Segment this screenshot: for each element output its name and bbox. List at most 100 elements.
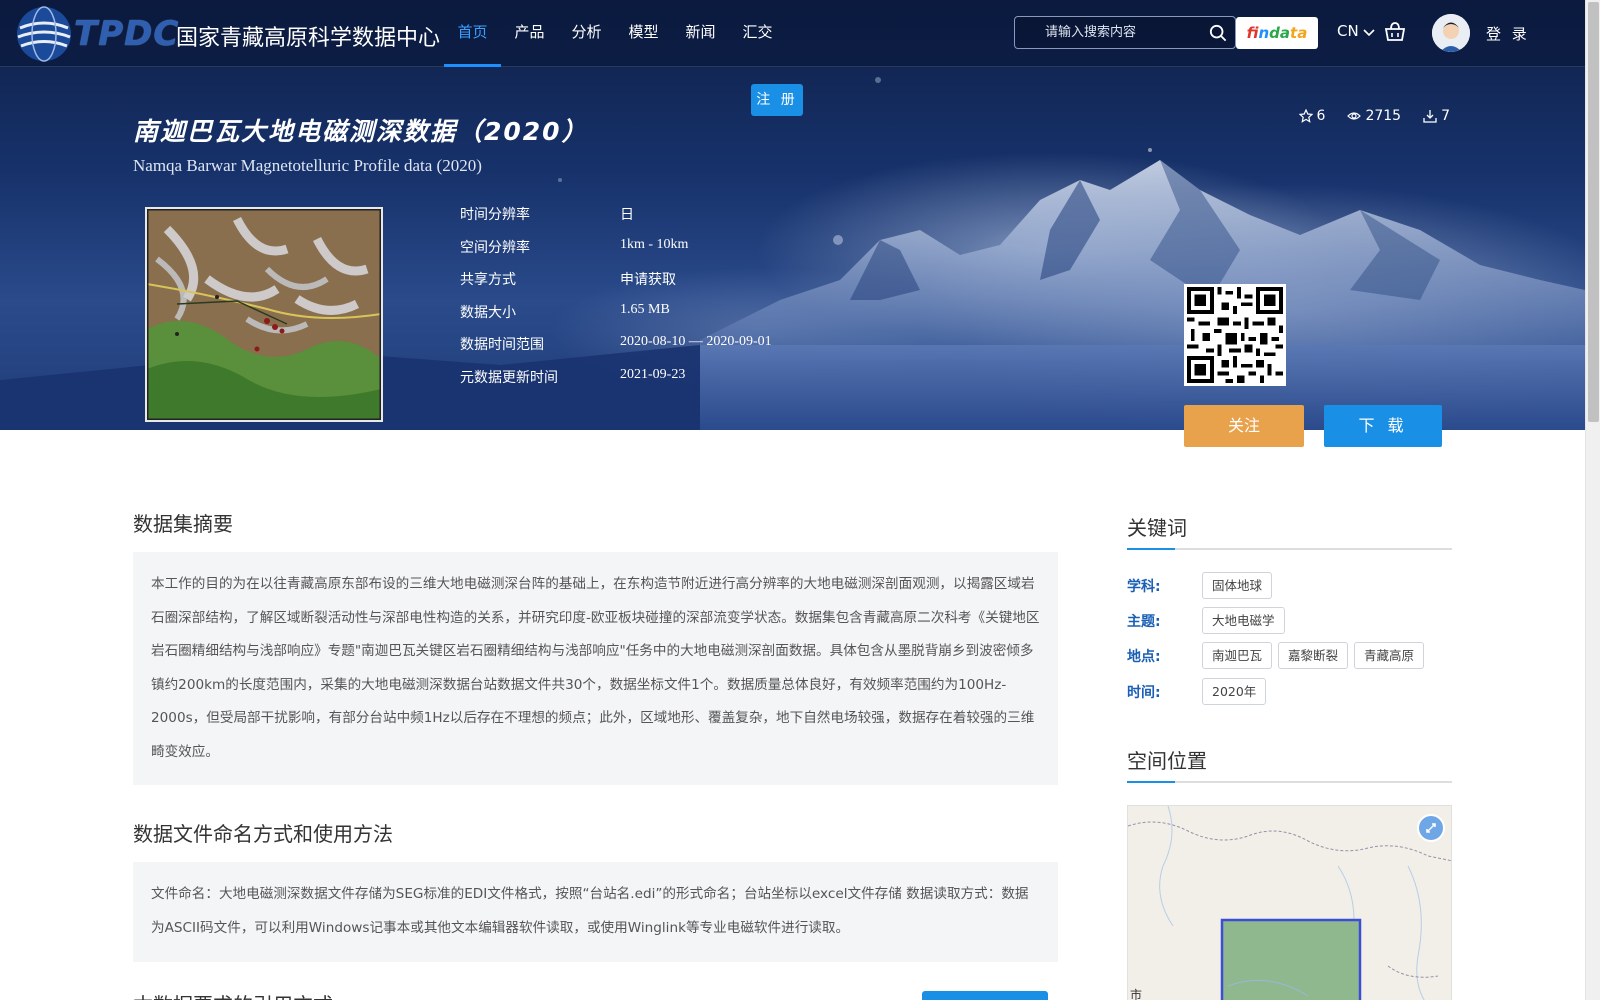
keyword-label: 学科: [1127,579,1161,595]
views-count: 2715 [1365,108,1402,124]
eye-icon [1347,112,1362,120]
meta-value: 1.65 MB [620,301,670,317]
nav-models[interactable]: 模型 [615,0,672,67]
avatar[interactable] [1432,14,1470,52]
dataset-title-en: Namqa Barwar Magnetotelluric Profile dat… [133,156,482,175]
meta-label: 时间分辨率 [460,207,530,223]
keyword-tag[interactable]: 南迦巴瓦 [1202,642,1273,669]
meta-label: 数据大小 [460,304,516,321]
meta-row-size: 数据大小 1.65 MB [460,298,860,331]
keywords-title: 关键词 [1127,516,1187,540]
citation-heading: 本数据要求的引用方式 [133,990,333,1000]
findata-part-1: f [1246,24,1259,42]
naming-heading: 数据文件命名方式和使用方法 [133,822,393,846]
findata-part-3: da [1269,24,1291,42]
language-selector[interactable]: CN [1337,22,1376,40]
meta-row-sharing: 共享方式 申请获取 [460,265,860,298]
abstract-text: 本工作的目的为在以往青藏高原东部布设的三维大地电磁测深台阵的基础上，在东构造节附… [151,576,1040,760]
nav-home[interactable]: 首页 [444,0,501,67]
top-navigation-bar: TPDC 国家青藏高原科学数据中心 首页 产品 分析 模型 新闻 汇交 find… [0,0,1585,67]
metadata-list: 时间分辨率 日 空间分辨率 1km - 10km 共享方式 申请获取 数据大小 … [460,200,860,395]
citation-copy-button[interactable] [922,991,1048,1000]
location-map[interactable]: 市 [1127,805,1452,1000]
follow-button[interactable]: 关注 [1184,405,1304,447]
map-place-label: 市 [1130,988,1143,1000]
meta-value: 申请获取 [620,272,676,288]
globe-logo-icon [17,6,71,62]
keyword-tags: 固体地球 [1202,572,1273,599]
dataset-thumbnail[interactable] [145,207,383,422]
chevron-down-icon [1363,28,1376,36]
qr-code [1184,284,1286,386]
keyword-tag[interactable]: 固体地球 [1202,572,1273,599]
meta-value: 日 [620,207,634,223]
views-stat: 2715 [1347,108,1401,124]
heading-underline [1127,781,1175,783]
meta-label: 元数据更新时间 [460,369,558,386]
nav-submit[interactable]: 汇交 [729,0,786,67]
user-avatar-icon [1432,14,1470,52]
scrollbar-thumb[interactable] [1588,2,1599,422]
language-label: CN [1337,22,1359,40]
meta-value: 1km - 10km [620,236,689,252]
search-icon[interactable] [1209,24,1227,42]
meta-row-time-range: 数据时间范围 2020-08-10 — 2020-09-01 [460,330,860,363]
downloads-count: 7 [1441,108,1450,124]
download-button[interactable]: 下 载 [1324,405,1442,447]
keyword-label: 主题: [1127,614,1161,630]
findata-part-4: ta [1290,24,1308,42]
map-expand-button[interactable] [1417,814,1445,842]
location-heading: 空间位置 [1127,745,1452,783]
keyword-tag[interactable]: 青藏高原 [1354,642,1425,669]
keyword-tag[interactable]: 嘉黎断裂 [1278,642,1349,669]
abstract-box: 本工作的目的为在以往青藏高原东部布设的三维大地电磁测深台阵的基础上，在东构造节附… [133,552,1058,785]
map-canvas [1128,806,1451,1000]
findata-part-2: in [1258,24,1270,42]
abstract-heading: 数据集摘要 [133,512,233,536]
page-scrollbar[interactable] [1585,0,1600,1000]
keyword-label: 时间: [1127,685,1161,701]
search-box [1014,16,1236,49]
meta-value: 2021-09-23 [620,366,686,382]
meta-value: 2020-08-10 — 2020-09-01 [620,334,772,349]
qr-code-image [1187,287,1283,383]
meta-label: 数据时间范围 [460,337,544,353]
meta-label: 空间分辨率 [460,239,530,256]
shopping-basket-icon[interactable] [1384,22,1406,42]
meta-label: 共享方式 [460,272,516,288]
logo-name: 国家青藏高原科学数据中心 [176,26,441,51]
location-title: 空间位置 [1127,749,1207,773]
main-nav: 首页 产品 分析 模型 新闻 汇交 [444,0,786,67]
keyword-tags: 南迦巴瓦 嘉黎断裂 青藏高原 [1202,642,1425,669]
heading-underline [1127,548,1175,550]
keyword-tag[interactable]: 大地电磁学 [1202,607,1285,634]
naming-box: 文件命名：大地电磁测深数据文件存储为SEG标准的EDI文件格式，按照“台站名.e… [133,862,1058,962]
downloads-stat: 7 [1423,108,1450,124]
register-button[interactable]: 注 册 [751,84,803,116]
meta-row-space-resolution: 空间分辨率 1km - 10km [460,233,860,266]
expand-icon [1426,823,1436,833]
findata-link[interactable]: findata [1236,17,1318,49]
logo-abbreviation: TPDC [74,14,180,54]
favorites-count: 6 [1316,108,1326,124]
star-icon [1298,109,1313,123]
keyword-tag[interactable]: 2020年 [1202,678,1267,705]
download-icon [1423,110,1437,123]
nav-analysis[interactable]: 分析 [558,0,615,67]
login-link[interactable]: 登 录 [1486,23,1530,44]
favorites-stat[interactable]: 6 [1298,108,1326,124]
nav-news[interactable]: 新闻 [672,0,729,67]
dataset-stats: 6 2715 7 [1298,108,1450,124]
meta-row-updated: 元数据更新时间 2021-09-23 [460,363,860,396]
site-logo[interactable]: TPDC 国家青藏高原科学数据中心 [14,4,440,64]
keyword-tags: 2020年 [1202,678,1267,705]
search-input[interactable] [1023,17,1203,48]
nav-products[interactable]: 产品 [501,0,558,67]
naming-text: 文件命名：大地电磁测深数据文件存储为SEG标准的EDI文件格式，按照“台站名.e… [151,886,1029,936]
keywords-heading: 关键词 [1127,512,1452,550]
dataset-title-cn: 南迦巴瓦大地电磁测深数据（2020） [133,117,589,146]
keyword-tags: 大地电磁学 [1202,607,1285,634]
keyword-label: 地点: [1127,649,1161,665]
terrain-map-image [147,209,381,420]
meta-row-time-resolution: 时间分辨率 日 [460,200,860,233]
